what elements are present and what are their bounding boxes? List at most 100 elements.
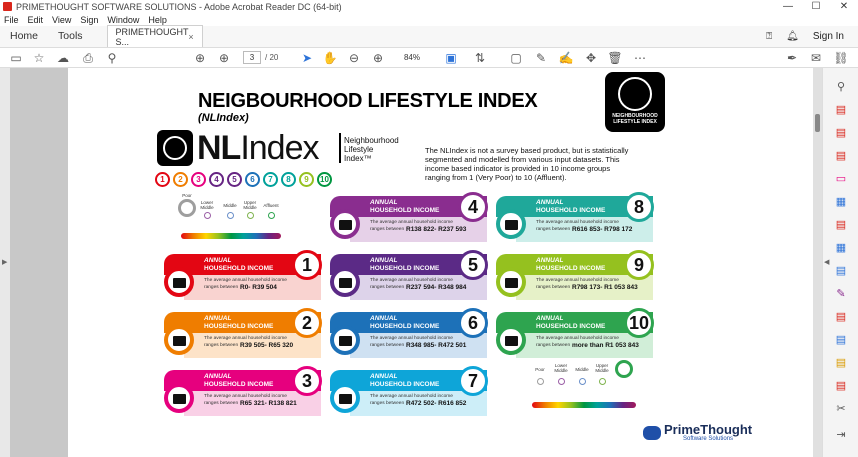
income-card-4: ANNUAL HOUSEHOLD INCOME The average annual… [330,192,488,246]
highlight-pen-icon[interactable]: ✎ [533,50,549,66]
vertical-scrollbar[interactable] [813,68,822,457]
location-pin-icon [537,378,544,385]
protect-icon[interactable]: ▤ [833,262,849,278]
tab-home[interactable]: Home [0,25,48,47]
send-track-icon[interactable]: ▤ [833,331,849,347]
income-group-4-badge: 4 [209,172,224,187]
draw-icon[interactable]: ✍ [558,50,574,66]
menu-file[interactable]: File [4,15,19,25]
cloud-upload-icon[interactable]: ☁ [55,50,71,66]
scroll-mode-icon[interactable]: ⇅ [472,50,488,66]
wallet-icon [496,209,526,239]
card-income-range: R65 321- R138 821 [240,400,297,407]
edit-pdf-icon[interactable]: ▤ [833,147,849,163]
trash-icon[interactable]: 🗑︎ [607,50,623,66]
bookmark-star-icon[interactable]: ☆ [31,50,47,66]
expand-pane-icon[interactable]: ⇥ [833,426,849,442]
zoom-in-icon[interactable]: ⊕ [370,50,386,66]
fill-sign-icon[interactable]: ✒ [784,50,800,66]
collapse-right-icon[interactable]: ◀ [824,258,829,266]
card-heading-annual: ANNUAL [204,373,232,380]
stamp-tool-icon[interactable]: ▤ [833,354,849,370]
sign-in-button[interactable]: Sign In [813,31,844,42]
card-group-number: 6 [458,308,488,338]
income-card-3: ANNUAL HOUSEHOLD INCOME The average annual… [164,366,322,420]
nlindex-wordmark: NLIndex [197,129,320,167]
close-window-button[interactable]: ✕ [830,1,858,12]
search-icon[interactable]: ⚲ [104,50,120,66]
zoom-out-icon[interactable]: ⊖ [346,50,362,66]
logo-circle-icon [618,77,652,111]
send-for-signature-icon[interactable]: ▤ [833,308,849,324]
location-pin-icon [227,212,234,219]
hand-tool-icon[interactable]: ✋ [322,50,338,66]
card-description: The average annual household income [370,278,453,283]
wallet-icon [164,267,194,297]
zoom-level-select[interactable]: 84% [394,51,430,64]
menu-help[interactable]: Help [148,15,167,25]
save-icon[interactable]: ▭ [8,50,24,66]
card-heading-household: HOUSEHOLD INCOME [370,265,440,272]
card-description: The average annual household income [536,278,619,283]
more-tools-icon[interactable]: ⋯ [632,50,648,66]
income-scale-legend-top: Poor Lower Middle Middle Upper Middle Af… [173,193,283,248]
location-pin-icon [599,378,606,385]
tab-document[interactable]: PRIMETHOUGHT S... × [106,25,203,47]
organize-pages-icon[interactable]: ▤ [833,216,849,232]
previous-page-icon[interactable]: ⊕ [192,50,208,66]
chat-bubble-icon [643,425,661,440]
minimize-button[interactable]: — [774,1,802,12]
scrollbar-thumb[interactable] [815,114,820,132]
next-page-icon[interactable]: ⊕ [216,50,232,66]
search-tool-icon[interactable]: ⚲ [833,78,849,94]
description-text: The NLIndex is not a survey based produc… [425,146,629,182]
select-cursor-icon[interactable]: ➤ [299,50,315,66]
card-income-range: R138 822- R237 593 [406,226,467,233]
menu-edit[interactable]: Edit [28,15,44,25]
email-icon[interactable]: ✉ [808,50,824,66]
card-heading-annual: ANNUAL [370,199,398,206]
left-panel-toggle[interactable]: ▶ [0,68,10,457]
menu-window[interactable]: Window [107,15,139,25]
card-heading-household: HOUSEHOLD INCOME [370,381,440,388]
print-icon[interactable]: ⎙ [80,50,96,66]
tab-tools[interactable]: Tools [48,25,93,47]
menu-view[interactable]: View [52,15,71,25]
card-group-number: 8 [624,192,654,222]
help-icon[interactable]: ⍰ [766,31,772,42]
location-pin-icon [615,360,633,378]
optimize-icon[interactable]: ▤ [833,377,849,393]
card-description: The average annual household income [536,336,619,341]
location-pin-icon [247,212,254,219]
card-heading-annual: ANNUAL [370,373,398,380]
fit-page-icon[interactable]: ▣ [443,50,459,66]
card-heading-annual: ANNUAL [536,315,564,322]
title-bar: PRIMETHOUGHT SOFTWARE SOLUTIONS - Adobe … [0,0,858,13]
create-pdf-icon[interactable]: ▤ [833,124,849,140]
comment-tool-icon[interactable]: ▭ [833,170,849,186]
share-link-icon[interactable]: ⛓ [833,50,849,66]
maximize-button[interactable]: ☐ [802,1,830,12]
more-tools-pane-icon[interactable]: ✂ [833,400,849,416]
combine-files-icon[interactable]: ▦ [833,193,849,209]
page-number-input[interactable]: 3 [243,51,261,64]
card-description-ranges: ranges between [204,343,239,348]
bell-icon[interactable]: 🔔︎ [786,31,799,42]
menu-sign[interactable]: Sign [80,15,98,25]
comment-icon[interactable]: ▢ [508,50,524,66]
toolbar: ▭ ☆ ☁ ⎙ ⚲ ⊕ ⊕ 3 / 20 ➤ ✋ ⊖ ⊕ 84% ▣ ⇅ ▢ ✎… [0,48,858,68]
card-income-range: R472 502- R616 852 [406,400,467,407]
card-description-ranges: ranges between [370,401,405,406]
income-group-8-badge: 8 [281,172,296,187]
card-group-number: 3 [292,366,322,396]
income-card-2: ANNUAL HOUSEHOLD INCOME The average annual… [164,308,322,362]
wordmark-divider [339,133,341,163]
fill-and-sign-icon[interactable]: ✎ [833,285,849,301]
card-heading-household: HOUSEHOLD INCOME [204,265,274,272]
stamp-icon[interactable]: ✥ [583,50,599,66]
expand-left-icon[interactable]: ▶ [2,258,7,266]
redact-icon[interactable]: ▦ [833,239,849,255]
close-tab-icon[interactable]: × [188,32,193,42]
card-description-ranges: ranges between [370,343,405,348]
export-pdf-icon[interactable]: ▤ [833,101,849,117]
